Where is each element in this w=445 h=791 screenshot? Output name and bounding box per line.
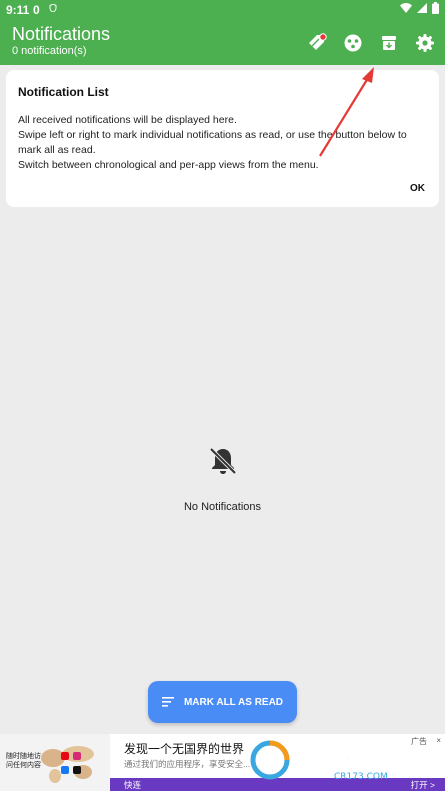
notification-count: 0 notification(s) (12, 45, 87, 57)
page-title: Notifications (12, 24, 111, 44)
ad-title: 发现一个无国界的世界 (124, 742, 245, 756)
app-bar: 9:11 0 Notifications 0 notification(s) (0, 0, 445, 65)
palette-icon (344, 34, 362, 52)
ad-image: 随时随地访问任何内容 (0, 734, 110, 791)
empty-state-text: No Notifications (183, 501, 262, 513)
site-watermark: 西西软件园 CR173.COM (250, 740, 394, 782)
settings-button[interactable] (411, 29, 439, 57)
gear-icon (416, 34, 434, 52)
mark-all-read-label: MARK ALL AS READ (183, 696, 284, 708)
tag-button[interactable] (303, 29, 331, 57)
watermark-sub: CR173.COM (334, 772, 388, 782)
card-body: All received notifications will be displ… (18, 113, 428, 173)
ad-description: 通过我们的应用程序，享受安全... (124, 759, 251, 769)
mark-all-read-button[interactable]: MARK ALL AS READ (148, 681, 297, 723)
tag-badge-icon (309, 33, 327, 50)
palette-button[interactable] (339, 29, 367, 57)
ok-button[interactable]: OK (410, 183, 425, 194)
app-bar-actions (303, 29, 439, 57)
status-time: 9:11 (6, 3, 30, 17)
signal-icon (417, 3, 427, 13)
status-extra: 0 (33, 3, 40, 17)
world-map-icon (41, 746, 94, 783)
status-bar: 9:11 0 (0, 0, 445, 18)
battery-icon (432, 2, 439, 14)
info-card: Notification List All received notificat… (6, 70, 439, 207)
wifi-icon (400, 3, 412, 13)
bell-off-icon (209, 447, 237, 475)
watermark-text: 西西软件园 (294, 746, 394, 770)
ad-close-button[interactable]: × (436, 736, 441, 745)
card-line: All received notifications will be displ… (18, 114, 237, 126)
status-icons (400, 2, 439, 14)
card-line: Switch between chronological and per-app… (18, 159, 319, 171)
card-title: Notification List (18, 85, 109, 99)
ad-brand: 快连 (124, 780, 142, 790)
archive-icon (382, 36, 396, 50)
archive-button[interactable] (375, 29, 403, 57)
shield-icon (49, 4, 57, 12)
list-icon (161, 697, 174, 707)
card-line: Swipe left or right to mark individual n… (18, 129, 407, 156)
